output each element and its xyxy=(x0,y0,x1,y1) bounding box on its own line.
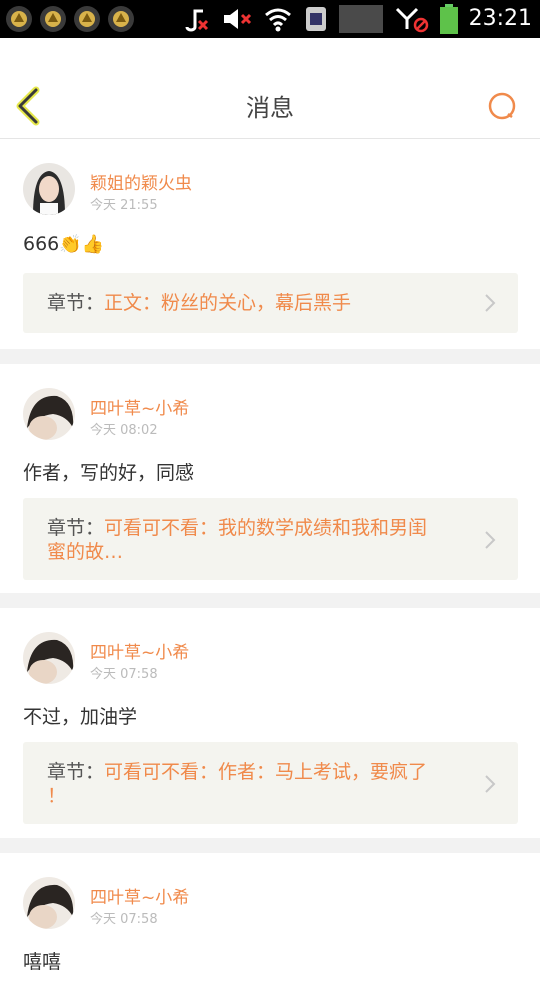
battery-icon xyxy=(439,4,458,34)
chapter-title-continued: ！ xyxy=(47,785,67,807)
chapter-link[interactable]: 章节：正文：粉丝的关心，幕后黑手 xyxy=(23,273,518,333)
chapter-label: 章节： xyxy=(47,292,105,314)
music-muted-icon xyxy=(185,9,208,32)
message-item[interactable]: 四叶草~小希 今天 07:58 嘻嘻 xyxy=(0,853,540,997)
message-content: 666👏👍 xyxy=(23,233,104,255)
message-content: 作者，写的好，同感 xyxy=(23,462,195,484)
avatar[interactable] xyxy=(23,632,75,684)
chevron-right-icon xyxy=(485,775,496,793)
chapter-link[interactable]: 章节：可看可不看：作者：马上考试，要疯了 ！ xyxy=(23,742,518,824)
message-time: 今天 08:02 xyxy=(90,423,158,438)
status-bar: 23:21 xyxy=(0,0,540,38)
emoji-text: 👏👍 xyxy=(59,234,105,255)
divider xyxy=(0,593,540,608)
chevron-right-icon xyxy=(485,531,496,549)
app-notification-icon[interactable] xyxy=(74,6,100,32)
sender-name[interactable]: 四叶草~小希 xyxy=(90,883,189,908)
message-item[interactable]: 颖姐的颖火虫 今天 21:55 666👏👍 章节：正文：粉丝的关心，幕后黑手 xyxy=(0,139,540,349)
chapter-title-continued: 蜜的故… xyxy=(47,541,124,563)
app-notification-icon[interactable] xyxy=(40,6,66,32)
message-time: 今天 07:58 xyxy=(90,912,158,927)
system-status: 23:21 xyxy=(181,4,532,34)
divider xyxy=(0,349,540,364)
chapter-title: 可看可不看：我的数学成绩和我和男闺 xyxy=(104,517,428,539)
app-notification-icon[interactable] xyxy=(108,6,134,32)
divider xyxy=(0,838,540,853)
page-title: 消息 xyxy=(246,94,294,122)
chapter-text: 章节：可看可不看：我的数学成绩和我和男闺 蜜的故… xyxy=(47,516,468,564)
chapter-title: 正文：粉丝的关心，幕后黑手 xyxy=(104,292,352,314)
wifi-icon xyxy=(264,8,291,32)
message-content: 嘻嘻 xyxy=(23,951,62,973)
message-item[interactable]: 四叶草~小希 今天 07:58 不过，加油学 章节：可看可不看：作者：马上考试，… xyxy=(0,608,540,838)
avatar[interactable] xyxy=(23,163,75,215)
signal-icon xyxy=(338,5,383,33)
message-item[interactable]: 四叶草~小希 今天 08:02 作者，写的好，同感 章节：可看可不看：我的数学成… xyxy=(0,364,540,593)
chapter-link[interactable]: 章节：可看可不看：我的数学成绩和我和男闺 蜜的故… xyxy=(23,498,518,580)
app-notification-icon[interactable] xyxy=(6,6,32,32)
data-disabled-icon xyxy=(395,7,428,33)
message-content: 不过，加油学 xyxy=(23,706,138,728)
status-time: 23:21 xyxy=(468,6,532,31)
message-time: 今天 07:58 xyxy=(90,667,158,682)
notification-area xyxy=(6,6,134,32)
sender-name[interactable]: 颖姐的颖火虫 xyxy=(90,169,192,194)
avatar[interactable] xyxy=(23,388,75,440)
chapter-text: 章节：可看可不看：作者：马上考试，要疯了 ！ xyxy=(47,760,468,808)
search-icon[interactable] xyxy=(488,92,516,120)
sim-icon xyxy=(305,7,326,31)
sender-name[interactable]: 四叶草~小希 xyxy=(90,638,189,663)
chevron-right-icon xyxy=(485,294,496,312)
avatar[interactable] xyxy=(23,877,75,929)
chapter-title: 可看可不看：作者：马上考试，要疯了 xyxy=(104,761,428,783)
chapter-text: 章节：正文：粉丝的关心，幕后黑手 xyxy=(47,291,468,315)
message-time: 今天 21:55 xyxy=(90,198,158,213)
app-header: 消息 xyxy=(0,38,540,139)
sender-name[interactable]: 四叶草~小希 xyxy=(90,394,189,419)
chapter-label: 章节： xyxy=(47,517,105,539)
message-list: 颖姐的颖火虫 今天 21:55 666👏👍 章节：正文：粉丝的关心，幕后黑手 四… xyxy=(0,139,540,997)
chapter-label: 章节： xyxy=(47,761,105,783)
message-text: 666 xyxy=(23,233,60,255)
volume-muted-icon xyxy=(223,9,251,29)
